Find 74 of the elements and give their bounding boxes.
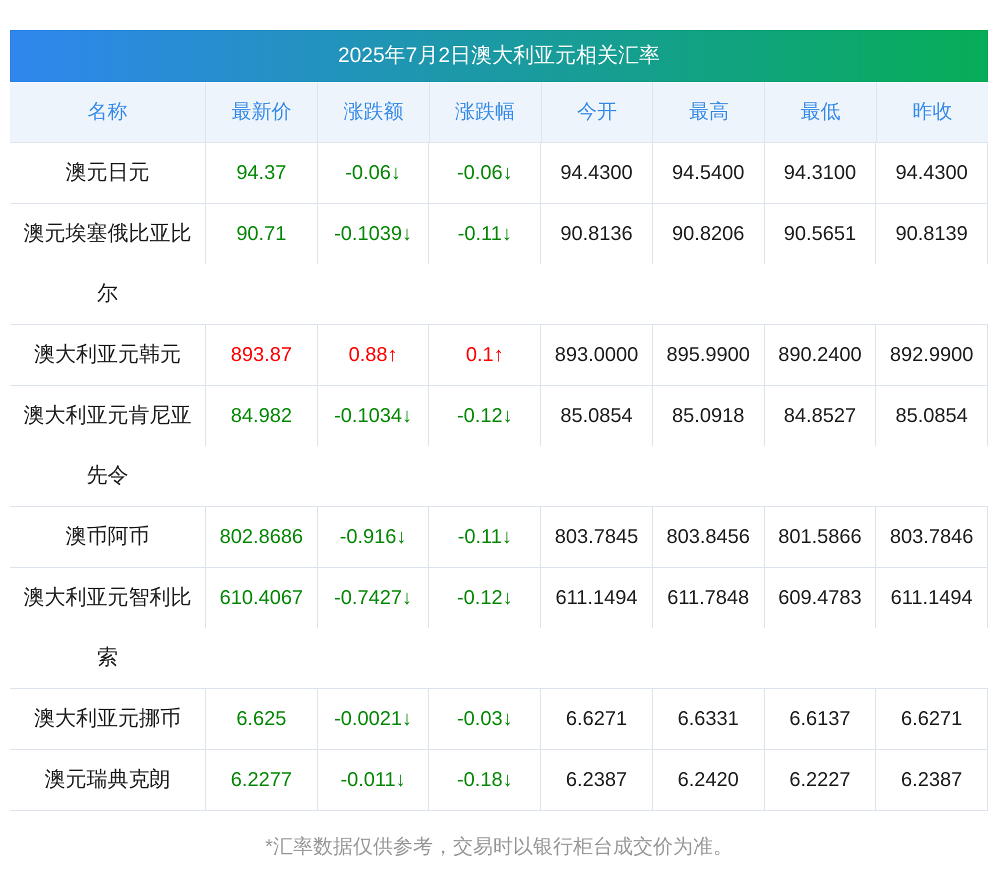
table-cell: -0.11↓ [429, 507, 542, 567]
table-cell: 94.3100 [764, 143, 876, 203]
table-cell: 0.88↑ [318, 325, 430, 385]
table-cell: 895.9900 [652, 325, 765, 385]
table-cell: 893.87 [206, 325, 318, 385]
table-cell: -0.0021↓ [318, 689, 430, 749]
column-header: 今开 [540, 82, 652, 142]
table-cell: 611.1494 [541, 568, 653, 628]
table-cell: 610.4067 [206, 568, 318, 628]
table-cell: -0.18↓ [429, 750, 542, 810]
table-cell: 611.1494 [876, 568, 988, 628]
table-cell: 6.2387 [541, 750, 653, 810]
table-cell: -0.06↓ [429, 143, 542, 203]
currency-name: 澳大利亚元肯尼亚先令 [22, 403, 192, 489]
column-header: 昨收 [876, 82, 988, 142]
table-cell: -0.011↓ [318, 750, 430, 810]
table-cell: -0.12↓ [429, 568, 542, 628]
column-header: 最低 [764, 82, 876, 142]
table-cell: -0.11↓ [429, 204, 542, 264]
column-header: 最高 [652, 82, 764, 142]
table-cell: -0.916↓ [318, 507, 430, 567]
currency-name: 澳大利亚元韩元 [33, 342, 182, 368]
column-header: 最新价 [205, 82, 317, 142]
table-cell: 94.4300 [876, 143, 988, 203]
table-cell: 85.0854 [876, 386, 988, 446]
currency-name: 澳元埃塞俄比亚比尔 [22, 221, 192, 307]
table-cell: -0.1034↓ [318, 386, 430, 446]
table-cell: 6.2227 [764, 750, 876, 810]
table-cell: 6.2387 [876, 750, 988, 810]
table-cell: 803.7845 [541, 507, 653, 567]
table-cell: 803.8456 [652, 507, 765, 567]
table-cell: 0.1↑ [429, 325, 542, 385]
table-title: 2025年7月2日澳大利亚元相关汇率 [10, 30, 988, 82]
table-cell: 90.5651 [764, 204, 876, 264]
column-header: 名称 [86, 100, 128, 125]
table-cell: 6.6331 [652, 689, 765, 749]
table-cell: 803.7846 [876, 507, 988, 567]
table-cell: -0.06↓ [318, 143, 430, 203]
table-cell: 90.8136 [541, 204, 653, 264]
currency-name: 澳元瑞典克朗 [44, 767, 172, 793]
currency-name: 澳大利亚元挪币 [33, 706, 182, 732]
table-cell: 893.0000 [541, 325, 653, 385]
table-cell: 6.6271 [541, 689, 653, 749]
table-cell: 90.8139 [876, 204, 988, 264]
currency-name: 澳元日元 [64, 160, 150, 186]
table-cell: 802.8686 [206, 507, 318, 567]
table-cell: 6.625 [206, 689, 318, 749]
table-cell: 890.2400 [764, 325, 876, 385]
table-cell: 85.0854 [541, 386, 653, 446]
table-cell: -0.03↓ [429, 689, 542, 749]
table-cell: 609.4783 [764, 568, 876, 628]
column-header: 涨跌幅 [428, 82, 541, 142]
table-cell: 90.71 [206, 204, 318, 264]
currency-name: 澳大利亚元智利比索 [22, 585, 192, 671]
table-cell: 611.7848 [652, 568, 765, 628]
currency-name: 澳币阿币 [64, 524, 150, 550]
footnote: *汇率数据仅供参考，交易时以银行柜台成交价为准。 [264, 835, 734, 860]
table-cell: -0.7427↓ [318, 568, 430, 628]
column-header: 涨跌额 [316, 82, 429, 142]
table-cell: 90.8206 [652, 204, 765, 264]
table-cell: 6.6271 [876, 689, 988, 749]
table-cell: 6.6137 [764, 689, 876, 749]
table-cell: 85.0918 [652, 386, 765, 446]
table-cell: 94.5400 [652, 143, 765, 203]
table-cell: 6.2277 [206, 750, 318, 810]
table-cell: 801.5866 [764, 507, 876, 567]
table-cell: -0.12↓ [429, 386, 542, 446]
table-cell: 892.9900 [876, 325, 988, 385]
table-cell: 6.2420 [652, 750, 765, 810]
table-cell: -0.1039↓ [318, 204, 430, 264]
table-cell: 94.37 [206, 143, 318, 203]
table-cell: 84.8527 [764, 386, 876, 446]
table-cell: 84.982 [206, 386, 318, 446]
table-cell: 94.4300 [541, 143, 653, 203]
